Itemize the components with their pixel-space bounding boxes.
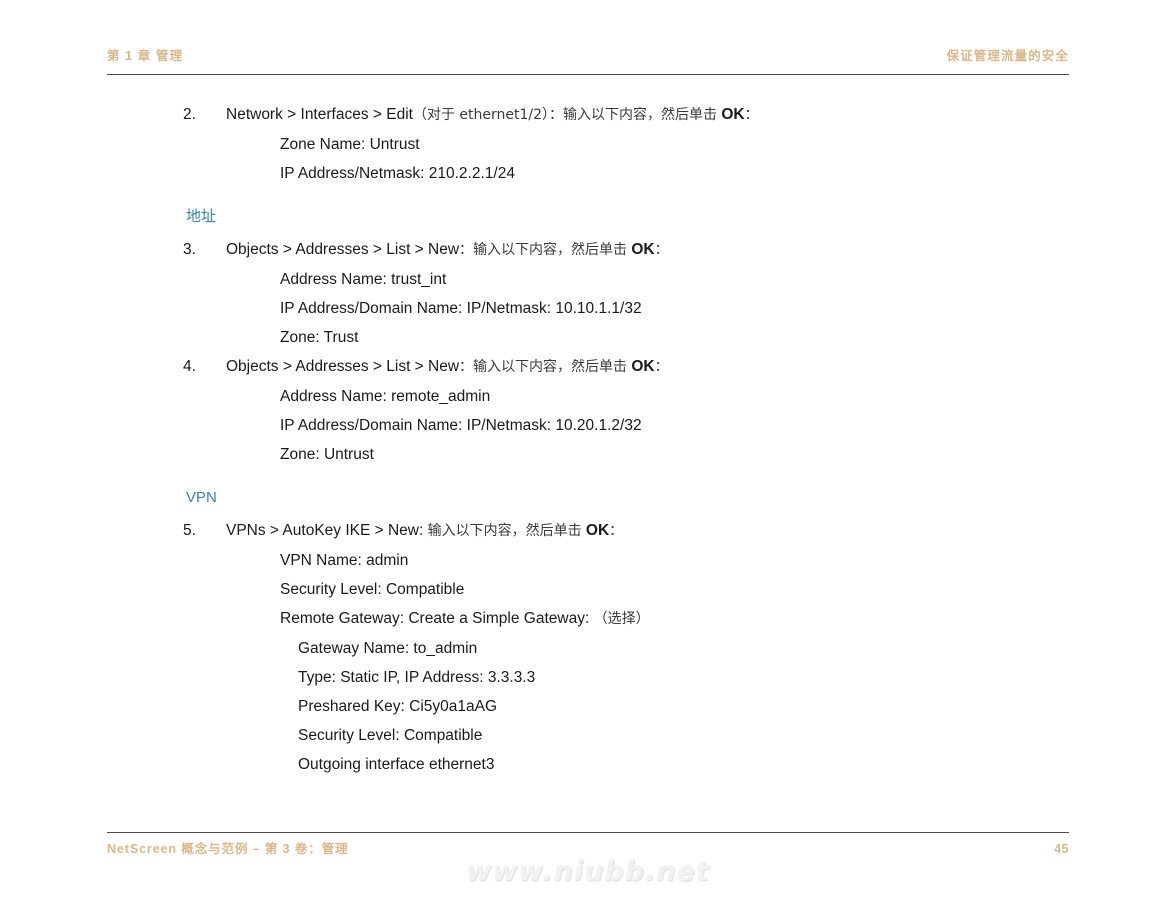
step-lead-paren: （对于 ethernet1/2）： — [412, 107, 564, 123]
step-ok-label: OK — [721, 106, 745, 123]
step-lead-paren: ： — [459, 359, 474, 375]
step-lead-tail: 输入以下内容，然后单击 — [473, 359, 628, 375]
step-number: 3. — [183, 241, 196, 258]
step-subline: IP Address/Domain Name: IP/Netmask: 10.2… — [280, 417, 642, 434]
list-item: 5. VPNs > AutoKey IKE > New: 输入以下内容，然后单击… — [0, 516, 1176, 546]
gateway-subline: Type: Static IP, IP Address: 3.3.3.3 — [298, 669, 536, 686]
step-lead-line: Network > Interfaces > Edit（对于 ethernet1… — [226, 100, 1176, 130]
gateway-line-note: （选择） — [593, 611, 650, 627]
step-subline: Zone Name: Untrust — [280, 136, 420, 153]
section-heading-address: 地址 — [186, 208, 217, 225]
step-lead-colon: ： — [609, 523, 624, 539]
step-nav-path: VPNs > AutoKey IKE > New: — [226, 522, 424, 539]
gateway-line-text: Remote Gateway: Create a Simple Gateway: — [280, 610, 590, 627]
header-section-label: 保证管理流量的安全 — [946, 49, 1069, 63]
step-subline: Zone: Trust — [280, 329, 359, 346]
step-lead-paren: ： — [459, 242, 474, 258]
document-page: 第 1 章 管理 保证管理流量的安全 2. Network > Interfac… — [0, 0, 1176, 909]
running-footer: NetScreen 概念与范例 – 第 3 卷：管理 45 — [107, 832, 1069, 859]
step-lead-line: Objects > Addresses > List > New：输入以下内容，… — [226, 352, 1176, 382]
step-lead-colon: ： — [744, 107, 759, 123]
list-item: 3. Objects > Addresses > List > New：输入以下… — [0, 235, 1176, 265]
step-subline: IP Address/Netmask: 210.2.2.1/24 — [280, 165, 515, 182]
gateway-line: Remote Gateway: Create a Simple Gateway:… — [280, 604, 1176, 634]
step-body: Network > Interfaces > Edit（对于 ethernet1… — [226, 100, 1176, 130]
step-nav-path: Network > Interfaces > Edit — [226, 106, 413, 123]
list-item: 4. Objects > Addresses > List > New：输入以下… — [0, 352, 1176, 382]
step-number: 2. — [183, 106, 196, 123]
step-subline: IP Address/Domain Name: IP/Netmask: 10.1… — [280, 300, 642, 317]
page-content: 2. Network > Interfaces > Edit（对于 ethern… — [0, 100, 1176, 779]
step-ok-label: OK — [631, 241, 655, 258]
step-nav-path: Objects > Addresses > List > New — [226, 241, 460, 258]
gateway-subline: Security Level: Compatible — [298, 727, 483, 744]
section-heading-vpn: VPN — [186, 489, 217, 506]
step-subline: VPN Name: admin — [280, 552, 409, 569]
list-item: 2. Network > Interfaces > Edit（对于 ethern… — [0, 100, 1176, 130]
step-number: 4. — [183, 358, 196, 375]
step-lead-colon: ： — [654, 242, 669, 258]
header-chapter-label: 第 1 章 管理 — [107, 49, 184, 63]
step-nav-path: Objects > Addresses > List > New — [226, 358, 460, 375]
step-lead-colon: ： — [654, 359, 669, 375]
gateway-subline: Preshared Key: Ci5y0a1aAG — [298, 698, 498, 715]
step-lead-line: Objects > Addresses > List > New：输入以下内容，… — [226, 235, 1176, 265]
step-lead-tail: 输入以下内容，然后单击 — [427, 523, 582, 539]
step-subline: Security Level: Compatible — [280, 581, 465, 598]
step-lead-tail: 输入以下内容，然后单击 — [563, 107, 718, 123]
step-body: Objects > Addresses > List > New：输入以下内容，… — [226, 352, 1176, 382]
step-number: 5. — [183, 522, 196, 539]
step-body: Objects > Addresses > List > New：输入以下内容，… — [226, 235, 1176, 265]
step-ok-label: OK — [585, 522, 610, 539]
gateway-subline: Gateway Name: to_admin — [298, 640, 478, 657]
step-body: VPNs > AutoKey IKE > New: 输入以下内容，然后单击 OK… — [226, 516, 1176, 546]
step-subline: Zone: Untrust — [280, 446, 374, 463]
gateway-subline: Outgoing interface ethernet3 — [298, 756, 495, 773]
step-subline: Address Name: trust_int — [280, 271, 447, 288]
watermark: www.niubb.net — [466, 856, 710, 887]
step-lead-line: VPNs > AutoKey IKE > New: 输入以下内容，然后单击 OK… — [226, 516, 1176, 546]
step-ok-label: OK — [631, 358, 655, 375]
running-header: 第 1 章 管理 保证管理流量的安全 — [107, 48, 1069, 75]
step-subline: Address Name: remote_admin — [280, 388, 491, 405]
step-lead-tail: 输入以下内容，然后单击 — [473, 242, 628, 258]
